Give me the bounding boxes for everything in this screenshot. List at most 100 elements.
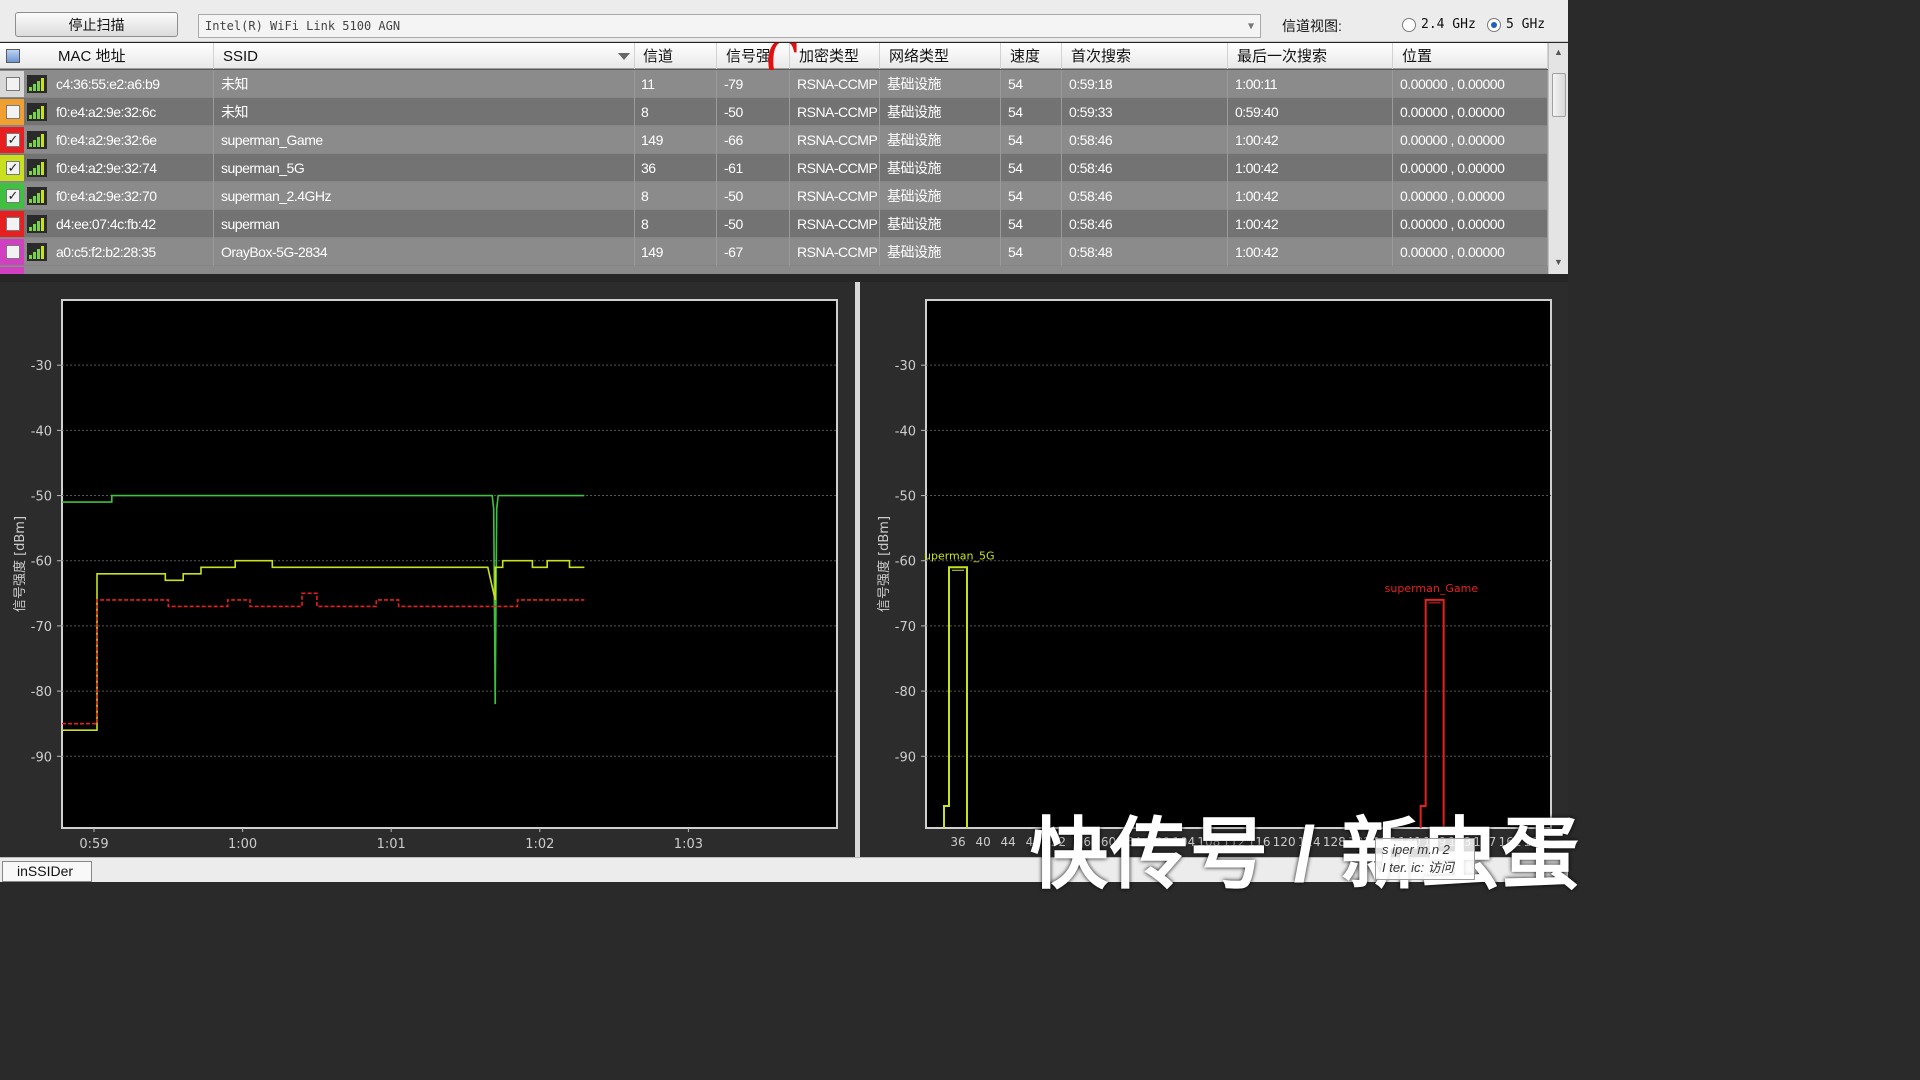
band-24-radio[interactable] xyxy=(1402,18,1416,32)
channel-graph: -30-40-50-60-70-80-90信号强度 [dBm]36 40 44 48 5… xyxy=(860,282,1568,857)
cell-security: RSNA-CCMP xyxy=(791,182,880,210)
cell-first-seen: 0:59:18 xyxy=(1063,70,1228,98)
y-tick-label: -80 xyxy=(895,685,916,700)
cell-last-seen: 1:00:42 xyxy=(1229,210,1393,238)
column-header-ssid[interactable]: SSID xyxy=(215,43,635,69)
signal-strength-icon xyxy=(27,103,47,121)
cell-channel: 8 xyxy=(635,182,717,210)
column-header-last-seen[interactable]: 最后一次搜索 xyxy=(1229,43,1393,69)
cell-security: RSNA-CCMP xyxy=(791,98,880,126)
cell-speed: 54 xyxy=(1002,70,1062,98)
cell-first-seen: 0:58:46 xyxy=(1063,154,1228,182)
cell-rssi: -50 xyxy=(718,210,790,238)
cell-mac: f0:e4:a2:9e:32:6c xyxy=(50,98,214,126)
row-checkbox[interactable] xyxy=(6,245,20,259)
cell-first-seen: 0:58:46 xyxy=(1063,126,1228,154)
cell-first-seen: 0:58:46 xyxy=(1063,210,1228,238)
x-tick-label: 0:59 xyxy=(79,837,108,852)
x-tick-label: 40 xyxy=(975,835,990,849)
cell-channel: 8 xyxy=(635,98,717,126)
cell-network: 基础设施 xyxy=(881,126,1001,154)
table-row[interactable]: ✓ f0:e4:a2:9e:32:74 superman_5G 36 -61 RSNA-C… xyxy=(0,154,1548,182)
cell-rssi: -66 xyxy=(718,126,790,154)
row-checkbox[interactable]: ✓ xyxy=(6,161,20,175)
select-all-checkbox[interactable] xyxy=(6,49,20,63)
column-header-speed[interactable]: 速度 xyxy=(1002,43,1062,69)
y-tick-label: -30 xyxy=(31,359,52,374)
cell-location: 0.00000 , 0.00000 xyxy=(1394,154,1548,182)
scroll-down-icon[interactable]: ▼ xyxy=(1554,257,1563,267)
table-row[interactable]: a0:c5:f2:b2:28:35 OrayBox-5G-2834 149 -67 RS… xyxy=(0,238,1548,266)
stop-scan-button[interactable]: 停止扫描 xyxy=(15,12,178,37)
x-tick-label: 1:03 xyxy=(674,837,703,852)
cell-speed: 54 xyxy=(1002,154,1062,182)
table-row[interactable]: d4:ee:07:4c:fb:42 superman 8 -50 RSNA-CCMP 基础… xyxy=(0,210,1548,238)
row-checkbox[interactable] xyxy=(6,217,20,231)
cell-security: RSNA-CCMP xyxy=(791,126,880,154)
row-checkbox[interactable] xyxy=(6,105,20,119)
cell-last-seen: 1:00:42 xyxy=(1229,238,1393,266)
time-graph-panel: -30 -40 -50 -60 -70 -80 -90 信号强度 [dBm] 0:59 1:00 1… xyxy=(0,282,855,857)
plot-area xyxy=(61,299,838,829)
cell-mac: f0:e4:a2:9e:32:74 xyxy=(50,154,214,182)
cell-rssi: -61 xyxy=(718,154,790,182)
cell-channel: 149 xyxy=(635,238,717,266)
band-5-radio[interactable] xyxy=(1487,18,1501,32)
scroll-up-icon[interactable]: ▲ xyxy=(1554,47,1563,57)
cell-location: 0.00000 , 0.00000 xyxy=(1394,70,1548,98)
series-label: uperman_5G xyxy=(924,549,995,562)
column-header-first-seen[interactable]: 首次搜索 xyxy=(1063,43,1228,69)
cell-ssid: 未知 xyxy=(215,98,635,126)
sort-arrow-icon xyxy=(618,53,630,60)
cell-security: RSNA-CCMP xyxy=(791,210,880,238)
table-row[interactable]: f0:e4:a2:9e:32:6c 未知 8 -50 RSNA-CCMP 基础设施 54 0:… xyxy=(0,98,1548,126)
cell-ssid: superman xyxy=(215,210,635,238)
cell-mac: f0:e4:a2:9e:32:6e xyxy=(50,126,214,154)
table-row[interactable]: ✓ f0:e4:a2:9e:32:70 superman_2.4GHz 8 -50 RSN… xyxy=(0,182,1548,210)
series-label: superman_Game xyxy=(1385,582,1479,595)
signal-strength-icon xyxy=(27,187,47,205)
cell-location: 0.00000 , 0.00000 xyxy=(1394,238,1548,266)
plot-area xyxy=(925,299,1552,829)
column-header-location[interactable]: 位置 xyxy=(1394,43,1548,69)
cell-channel: 149 xyxy=(635,126,717,154)
adapter-select[interactable]: Intel(R) WiFi Link 5100 AGN ▼ xyxy=(198,14,1261,38)
table-scrollbar[interactable]: ▲ ▼ xyxy=(1548,43,1568,274)
cell-ssid: 未知 xyxy=(215,70,635,98)
column-header-channel[interactable]: 信道 xyxy=(635,43,717,69)
cell-network: 基础设施 xyxy=(881,238,1001,266)
cell-last-seen: 1:00:42 xyxy=(1229,154,1393,182)
cell-rssi: -50 xyxy=(718,98,790,126)
row-checkbox[interactable] xyxy=(6,77,20,91)
band-5-label: 5 GHz xyxy=(1506,17,1546,32)
cell-network: 基础设施 xyxy=(881,98,1001,126)
row-checkbox[interactable]: ✓ xyxy=(6,189,20,203)
y-tick-label: -60 xyxy=(895,555,916,570)
column-header-security[interactable]: 加密类型 xyxy=(791,43,880,69)
cell-mac: a0:c5:f2:b2:28:35 xyxy=(50,238,214,266)
cell-rssi: -79 xyxy=(718,70,790,98)
table-row[interactable]: c4:36:55:e2:a6:b9 未知 11 -79 RSNA-CCMP 基础设施 54 0… xyxy=(0,70,1548,98)
y-tick-label: -90 xyxy=(31,750,52,765)
table-header: MAC 地址 SSID 信道 信号强 加密类型 网络类型 速度 首次搜索 最后一… xyxy=(0,43,1548,93)
y-tick-label: -30 xyxy=(895,359,916,374)
y-tick-label: -70 xyxy=(31,620,52,635)
signal-strength-icon xyxy=(27,131,47,149)
table-row[interactable]: ✓ f0:e4:a2:9e:32:6e superman_Game 149 -66 RSN… xyxy=(0,126,1548,154)
row-checkbox[interactable]: ✓ xyxy=(6,133,20,147)
column-header-mac[interactable]: MAC 地址 xyxy=(50,43,214,69)
signal-strength-icon xyxy=(27,243,47,261)
y-tick-label: -60 xyxy=(31,555,52,570)
signal-strength-icon xyxy=(27,159,47,177)
app-tab[interactable]: inSSIDer xyxy=(2,861,92,882)
scroll-thumb[interactable] xyxy=(1552,73,1566,117)
cell-ssid: superman_2.4GHz xyxy=(215,182,635,210)
cell-last-seen: 1:00:11 xyxy=(1229,70,1393,98)
cell-channel: 8 xyxy=(635,210,717,238)
x-tick-label: 1:01 xyxy=(377,837,406,852)
column-header-network-type[interactable]: 网络类型 xyxy=(881,43,1001,69)
row-color-swatch xyxy=(0,267,24,274)
cell-speed: 54 xyxy=(1002,210,1062,238)
y-tick-label: -70 xyxy=(895,620,916,635)
cell-first-seen: 0:58:48 xyxy=(1063,238,1228,266)
